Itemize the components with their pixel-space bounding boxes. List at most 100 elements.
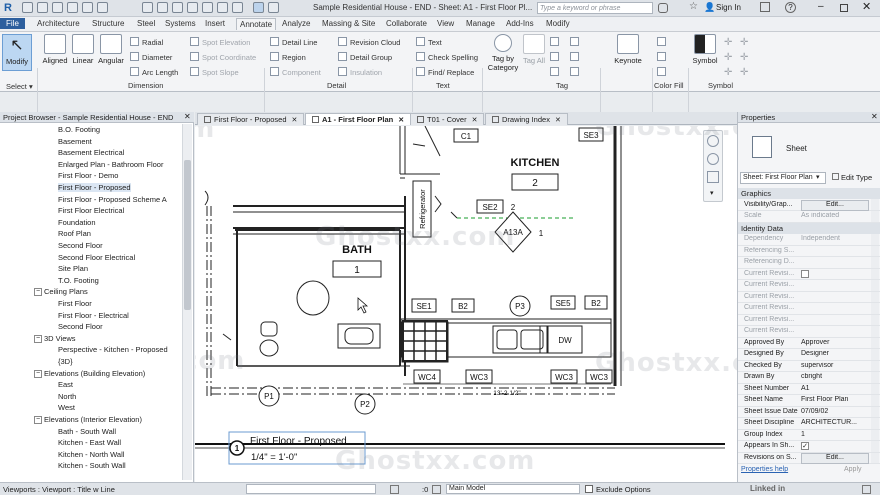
color-fill-panel-label[interactable]: Color Fill <box>654 81 684 90</box>
menu-tab-add-ins[interactable]: Add-Ins <box>506 19 534 28</box>
type-selector-arrow[interactable]: ▾ <box>816 173 820 181</box>
property-value[interactable]: supervisor <box>801 362 879 369</box>
check-spelling-button[interactable]: Check Spelling <box>416 52 478 62</box>
stair-path-button[interactable]: ✛ <box>724 67 732 78</box>
view-tab[interactable]: First Floor - Proposed ✕ <box>197 113 305 125</box>
area-reinforcement-button[interactable]: ✛ <box>740 37 748 48</box>
close-hidden-icon[interactable] <box>232 2 243 13</box>
sign-in-link[interactable]: Sign In <box>716 3 741 12</box>
arc-length-button[interactable]: Arc Length <box>130 67 178 77</box>
menu-tab-collaborate[interactable]: Collaborate <box>386 19 427 28</box>
linear-dimension-button[interactable]: Linear <box>70 34 96 65</box>
revit-logo-icon[interactable]: R <box>4 2 16 14</box>
browser-item[interactable]: T.O. Footing <box>58 276 99 285</box>
insulation-button[interactable]: Insulation <box>338 67 382 77</box>
view-tab[interactable]: A1 - First Floor Plan ✕ <box>305 113 412 125</box>
collapse-icon[interactable]: − <box>34 334 42 343</box>
tag-panel-label[interactable]: Tag <box>556 81 568 90</box>
help-icon[interactable]: ? <box>785 2 796 13</box>
menu-tab-annotate[interactable]: Annotate <box>236 18 277 30</box>
select-dropdown[interactable]: Select ▾ <box>6 82 33 91</box>
switch-windows-icon[interactable] <box>253 2 264 13</box>
view-scale-text[interactable]: 1/4" = 1'-0" <box>251 452 297 463</box>
tag-wc3-c[interactable]: WC3 <box>590 373 608 382</box>
tag-tool-small-6[interactable] <box>570 67 582 77</box>
sync-icon[interactable] <box>52 2 63 13</box>
view-cube-icon[interactable] <box>707 135 719 147</box>
undo-icon[interactable] <box>67 2 78 13</box>
property-edit-button[interactable]: Edit... <box>801 199 869 211</box>
apply-button[interactable]: Apply <box>844 466 862 473</box>
collapse-icon[interactable]: − <box>34 288 42 297</box>
angular-dimension-button[interactable]: Angular <box>96 34 126 65</box>
tag-b2-right[interactable]: B2 <box>591 299 601 308</box>
aligned-dimension-button[interactable]: Aligned <box>40 34 70 65</box>
find-replace-button[interactable]: Find/ Replace <box>416 67 474 77</box>
exclude-options-checkbox[interactable] <box>585 485 593 493</box>
menu-tab-file[interactable]: File <box>0 18 25 29</box>
menu-tab-modify[interactable]: Modify <box>546 19 570 28</box>
tag-p3[interactable]: P3 <box>515 302 525 311</box>
menu-tab-manage[interactable]: Manage <box>466 19 495 28</box>
edit-type-button[interactable]: Edit Type <box>830 172 878 184</box>
tag-se5[interactable]: SE5 <box>555 299 571 308</box>
dimension-panel-label[interactable]: Dimension <box>128 81 163 90</box>
tag-tool-small-4[interactable] <box>570 37 582 47</box>
menu-tab-architecture[interactable]: Architecture <box>37 19 80 28</box>
spot-elevation-button[interactable]: Spot Elevation <box>190 37 250 47</box>
measure-icon[interactable] <box>142 2 153 13</box>
collapse-icon[interactable]: − <box>34 416 42 424</box>
view-tab[interactable]: Drawing Index ✕ <box>485 113 568 125</box>
browser-item[interactable]: North <box>58 392 76 401</box>
browser-item[interactable]: First Floor Electrical <box>58 206 124 215</box>
color-fill-tool-2[interactable] <box>657 52 669 62</box>
property-group-header[interactable]: Identity Data <box>738 222 880 234</box>
browser-item[interactable]: Perspective - Kitchen - Proposed <box>58 345 168 354</box>
tag-tool-small-1[interactable] <box>550 37 562 47</box>
browser-item[interactable]: West <box>58 403 75 412</box>
steering-wheel-icon[interactable] <box>707 153 719 165</box>
zoom-icon[interactable] <box>707 171 719 183</box>
tag-se1[interactable]: SE1 <box>416 302 432 311</box>
view-tab[interactable]: T01 - Cover ✕ <box>410 113 485 125</box>
search-input[interactable]: Type a keyword or phrase <box>537 2 653 14</box>
property-value[interactable]: cbright <box>801 373 879 380</box>
tag-wc4[interactable]: WC4 <box>418 373 436 382</box>
kitchen-room-number[interactable]: 2 <box>532 178 538 189</box>
checkbox-icon[interactable] <box>801 269 809 278</box>
redo-icon[interactable] <box>82 2 93 13</box>
browser-item[interactable]: −3D Views <box>34 334 76 343</box>
properties-close-icon[interactable]: ✕ <box>871 112 878 121</box>
tag-b2-left[interactable]: B2 <box>458 302 468 311</box>
nav-options-icon[interactable]: ▾ <box>710 189 714 197</box>
bath-room-number[interactable]: 1 <box>354 265 360 276</box>
browser-item[interactable]: Basement Electrical <box>58 148 124 157</box>
browser-item[interactable]: Kitchen - South Wall <box>58 461 126 470</box>
browser-item[interactable]: Enlarged Plan - Bathroom Floor <box>58 160 163 169</box>
binoculars-icon[interactable] <box>658 3 668 13</box>
property-value[interactable]: Approver <box>801 339 879 346</box>
menu-tab-steel[interactable]: Steel <box>137 19 155 28</box>
menu-tab-insert[interactable]: Insert <box>205 19 225 28</box>
browser-item[interactable]: − Elevations (Building Elevation) <box>34 369 145 378</box>
region-button[interactable]: Region <box>270 52 306 62</box>
door-tag-label[interactable]: A13A <box>503 228 523 237</box>
tag-p2[interactable]: P2 <box>360 400 370 409</box>
text-panel-label[interactable]: Text <box>436 81 450 90</box>
beam-annotation-button[interactable]: ✛ <box>724 52 732 63</box>
property-value[interactable]: 1 <box>801 431 879 438</box>
text-button[interactable]: Text <box>416 37 442 47</box>
browser-item[interactable]: East <box>58 380 73 389</box>
filter-icon[interactable] <box>862 485 871 494</box>
tag-se3[interactable]: SE3 <box>583 131 599 140</box>
menu-tab-massing-site[interactable]: Massing & Site <box>322 19 375 28</box>
worksets-icon[interactable] <box>390 485 399 494</box>
property-group-header[interactable]: Graphics <box>738 188 880 199</box>
tag-tool-small-2[interactable] <box>550 52 562 62</box>
tag-wc3-b[interactable]: WC3 <box>555 373 573 382</box>
keynote-button[interactable]: Keynote <box>608 34 648 65</box>
detail-group-button[interactable]: Detail Group <box>338 52 392 62</box>
dimension-icon[interactable] <box>157 2 168 13</box>
close-icon[interactable]: ✕ <box>862 0 871 13</box>
browser-item[interactable]: Second Floor <box>58 241 103 250</box>
